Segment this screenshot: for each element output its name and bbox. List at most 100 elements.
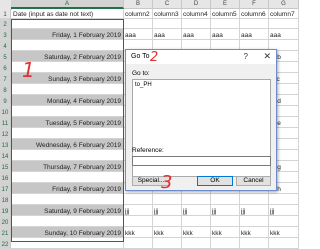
list-item[interactable]: to_PH [135,82,152,88]
row-number[interactable]: 12 [0,128,11,139]
column-header-e[interactable]: E [211,0,240,9]
row-number[interactable]: 14 [0,150,11,161]
cell[interactable] [124,216,153,227]
row-number[interactable]: 6 [0,62,11,73]
cell-a[interactable]: Sunday, 10 February 2019 [11,227,124,238]
cell-a[interactable]: Date (input as date not text) [11,9,124,19]
cell[interactable]: jjj [240,205,269,216]
cell[interactable]: aaa [153,29,182,40]
row-number[interactable]: 7 [0,73,11,84]
row-number[interactable]: 18 [0,194,11,205]
table-row: 20 [0,216,299,227]
cell[interactable]: column7 [269,9,299,19]
cell[interactable] [153,19,182,29]
cell[interactable]: jjj [124,205,153,216]
reference-input[interactable] [132,156,271,166]
row-number[interactable]: 2 [0,19,11,29]
row-number[interactable]: 20 [0,216,11,227]
cell-a[interactable]: Wednesday, 6 February 2019 [11,139,124,150]
cell[interactable]: kkk [124,227,153,238]
row-number[interactable]: 8 [0,84,11,95]
cell-a[interactable]: Friday, 8 February 2019 [11,183,124,194]
table-row: 18 [0,194,299,205]
help-icon[interactable]: ? [244,52,248,61]
cell-a[interactable]: Monday, 4 February 2019 [11,95,124,106]
cell[interactable]: jjj [182,205,211,216]
cell[interactable]: aaa [182,29,211,40]
row-number[interactable]: 13 [0,139,11,150]
row-number[interactable]: 16 [0,172,11,183]
cell[interactable]: jjj [269,205,299,216]
goto-label: Go to: [132,70,150,77]
table-row: 3 Friday, 1 February 2019 aaa aaa aaa aaa aaa a… [0,29,299,40]
cell[interactable]: jjj [211,205,240,216]
row-number[interactable]: 10 [0,106,11,117]
cell-a[interactable] [11,150,124,161]
row-number[interactable]: 15 [0,161,11,172]
cell[interactable]: column2 [124,9,153,19]
cell-a[interactable] [11,128,124,139]
column-header-d[interactable]: D [182,0,211,9]
cell[interactable]: jjj [153,205,182,216]
cell-a[interactable] [11,84,124,95]
cell[interactable] [269,19,299,29]
cell[interactable] [240,19,269,29]
cell[interactable]: kkk [211,227,240,238]
cell[interactable] [211,19,240,29]
cell[interactable]: kkk [182,227,211,238]
cell[interactable]: aaa [269,29,299,40]
row-number[interactable]: 4 [0,40,11,51]
cell[interactable]: kkk [153,227,182,238]
row-number[interactable]: 9 [0,95,11,106]
column-header-g[interactable]: G [269,0,299,9]
cell[interactable]: kkk [269,227,299,238]
cell[interactable] [124,19,153,29]
cell[interactable]: aaa [124,29,153,40]
cell[interactable] [240,194,269,205]
row-number[interactable]: 19 [0,205,11,216]
cell[interactable] [182,216,211,227]
cell[interactable]: kkk [240,227,269,238]
cell[interactable]: column3 [153,9,182,19]
cell-a[interactable]: Thursday, 7 February 2019 [11,161,124,172]
row-number[interactable]: 17 [0,183,11,194]
cell[interactable] [153,194,182,205]
cell-a[interactable] [11,216,124,227]
row-number[interactable]: 1 [0,9,11,19]
cell[interactable]: column4 [182,9,211,19]
cell[interactable] [211,216,240,227]
cell[interactable] [153,216,182,227]
row-number[interactable]: 5 [0,51,11,62]
cell[interactable] [182,19,211,29]
column-header-b[interactable]: B [124,0,153,9]
cancel-button[interactable]: Cancel [236,176,271,186]
column-header-c[interactable]: C [153,0,182,9]
cell-a[interactable]: Saturday, 9 February 2019 [11,205,124,216]
cell[interactable] [240,216,269,227]
cell[interactable]: column5 [211,9,240,19]
column-header-a[interactable]: A [11,0,124,9]
cell[interactable] [269,194,299,205]
cell-a[interactable]: Friday, 1 February 2019 [11,29,124,40]
cell-a[interactable] [11,40,124,51]
column-header-f[interactable]: F [240,0,269,9]
row-number[interactable]: 3 [0,29,11,40]
cell[interactable] [182,194,211,205]
cell-a[interactable]: Tuesday, 5 February 2019 [11,117,124,128]
cell-a[interactable] [11,172,124,183]
cell[interactable]: aaa [240,29,269,40]
cell[interactable]: aaa [211,29,240,40]
ok-button[interactable]: OK [197,176,233,186]
cell[interactable] [124,194,153,205]
reference-label: Reference: [132,147,164,154]
close-icon[interactable]: ✕ [263,51,271,62]
cell-a[interactable] [11,194,124,205]
cell[interactable] [269,216,299,227]
dialog-title: Go To [131,53,150,60]
row-number[interactable]: 11 [0,117,11,128]
cell-a[interactable] [11,19,124,29]
cell[interactable]: column6 [240,9,269,19]
row-number[interactable]: 21 [0,227,11,238]
cell[interactable] [211,194,240,205]
cell-a[interactable] [11,106,124,117]
